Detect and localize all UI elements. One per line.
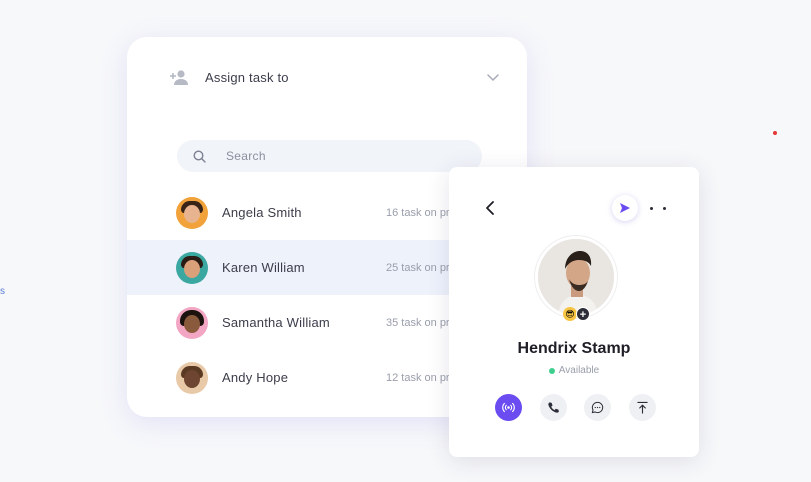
person-name: Andy Hope <box>222 370 289 385</box>
search-placeholder: Search <box>226 149 266 163</box>
profile-card: 😎 + Hendrix Stamp Available <box>449 167 699 457</box>
send-icon <box>620 203 630 213</box>
profile-photo <box>538 239 614 315</box>
task-count: 35 task on pr <box>386 316 450 329</box>
chevron-down-icon <box>487 74 499 82</box>
red-dot <box>773 131 777 135</box>
emoji-badge: 😎 <box>563 307 577 321</box>
profile-avatar <box>535 236 617 318</box>
person-name: Samantha William <box>222 315 330 330</box>
search-icon <box>193 149 206 163</box>
back-arrow-icon[interactable] <box>483 200 499 216</box>
broadcast-icon <box>502 402 515 413</box>
person-name: Karen William <box>222 260 305 275</box>
avatar <box>176 361 208 394</box>
upload-icon <box>636 401 648 414</box>
add-badge-button[interactable]: + <box>576 307 590 321</box>
profile-name: Hendrix Stamp <box>517 340 631 357</box>
phone-icon <box>547 402 559 413</box>
task-count: 16 task on pr <box>386 206 450 219</box>
send-button[interactable] <box>612 195 638 221</box>
assign-title: Assign task to <box>205 69 289 85</box>
chat-icon <box>591 401 604 414</box>
upload-button[interactable] <box>628 394 656 421</box>
person-name: Angela Smith <box>222 205 302 220</box>
search-input[interactable]: Search <box>177 140 482 172</box>
avatar <box>176 306 208 339</box>
canvas: s Assign task to Search Angela Smith 16 … <box>0 0 811 482</box>
add-user-icon <box>170 70 188 85</box>
broadcast-button[interactable] <box>495 394 522 421</box>
task-count: 12 task on pr <box>386 371 450 384</box>
status-text: Available <box>558 365 600 376</box>
assign-dropdown[interactable]: Assign task to <box>127 37 527 117</box>
call-button[interactable] <box>539 394 567 421</box>
message-button[interactable] <box>584 394 611 421</box>
online-indicator-icon <box>548 367 555 374</box>
avatar <box>176 251 208 284</box>
action-bar <box>495 394 673 421</box>
task-count: 25 task on pr <box>386 261 450 274</box>
status: Available <box>449 365 699 376</box>
edge-fragment: s <box>0 286 5 297</box>
avatar <box>176 196 208 229</box>
more-options-icon[interactable] <box>650 202 666 214</box>
